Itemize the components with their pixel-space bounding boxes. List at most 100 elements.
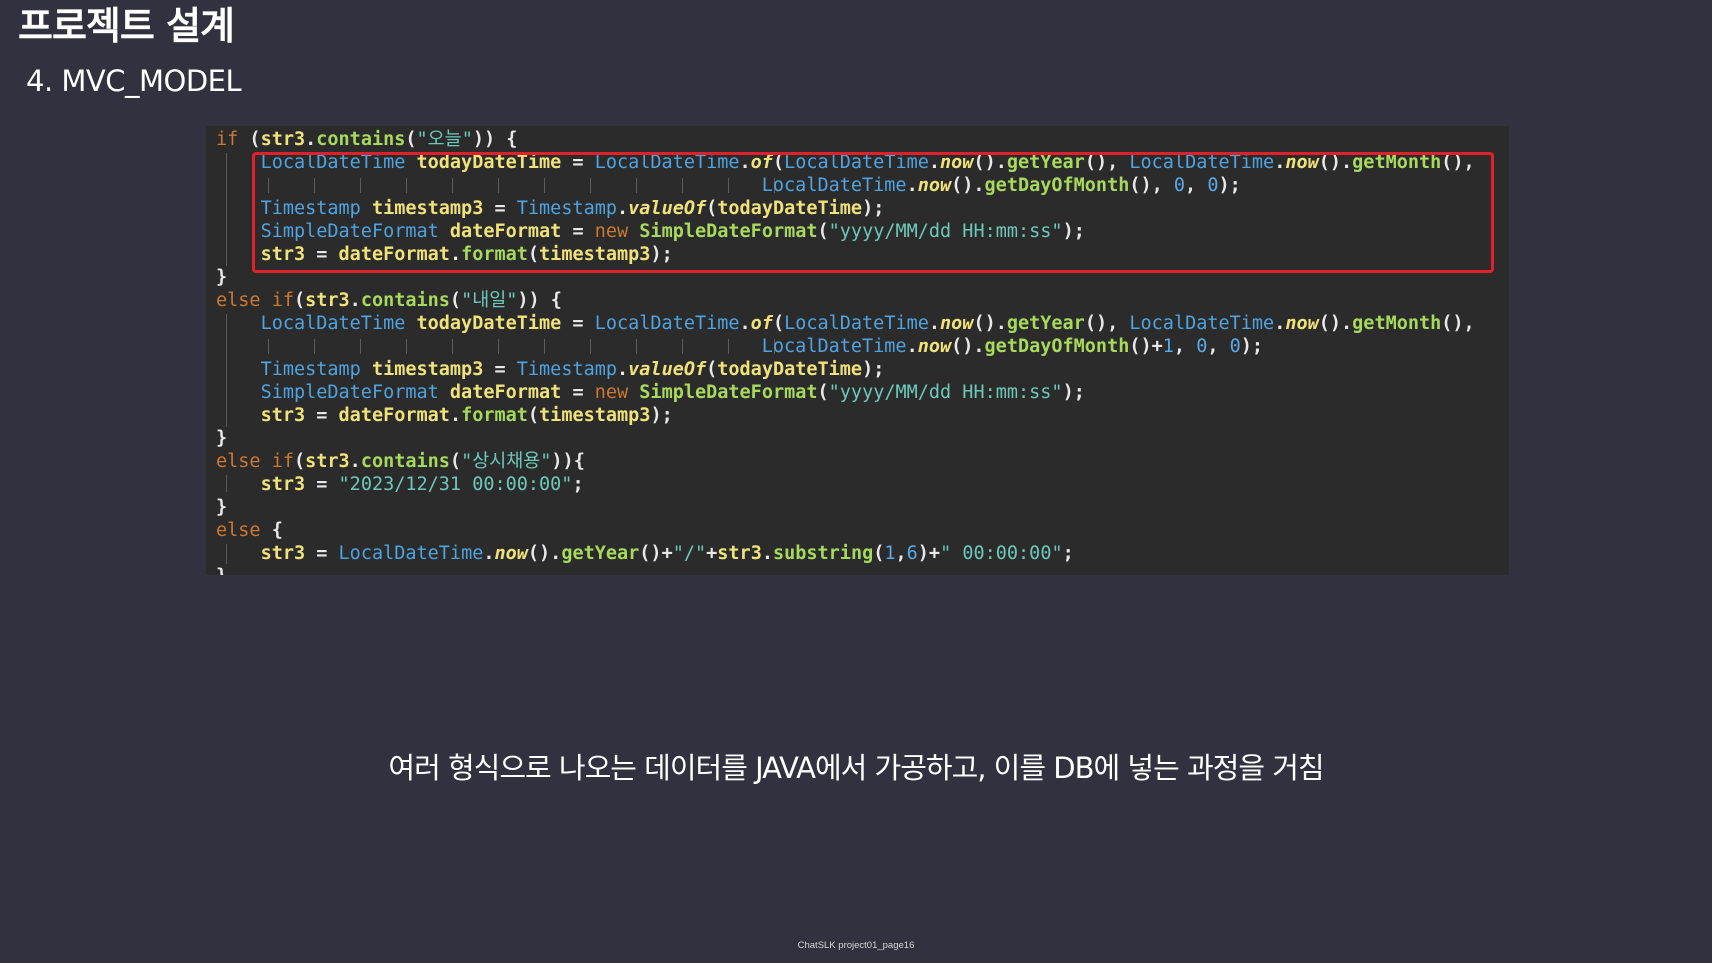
code-token: str3 xyxy=(260,129,306,150)
code-token: LocalDateTime xyxy=(260,313,417,334)
code-token: . xyxy=(349,290,361,311)
code-token: . xyxy=(305,129,317,150)
code-token: = xyxy=(305,405,339,426)
code-token: } xyxy=(216,566,227,575)
code-token: 1 xyxy=(884,543,896,564)
code-token: LocalDateTime xyxy=(594,313,740,334)
code-token: 0 xyxy=(1229,336,1241,357)
code-token: 0 xyxy=(1196,336,1208,357)
code-token: = xyxy=(305,543,339,564)
code-line: } xyxy=(216,565,1475,575)
code-token: "상시채용" xyxy=(461,451,552,472)
code-token: (), xyxy=(1441,313,1475,334)
code-token: { xyxy=(271,520,283,541)
code-token: ( xyxy=(249,129,261,150)
code-token: (). xyxy=(951,336,985,357)
code-token: . xyxy=(761,543,773,564)
code-token: , xyxy=(895,543,907,564)
code-token: getMonth xyxy=(1352,313,1442,334)
code-token: format xyxy=(461,405,528,426)
code-token: str3 xyxy=(260,405,306,426)
code-token: (), xyxy=(1084,313,1130,334)
code-token: ( xyxy=(449,451,462,472)
page-footer: ChatSLK project01_page16 xyxy=(797,940,915,951)
code-token: ( xyxy=(772,313,785,334)
code-token: . xyxy=(906,336,918,357)
code-token: else if xyxy=(216,451,294,472)
code-token: getDayOfMonth xyxy=(984,336,1130,357)
slide-title: 프로젝트 설계 xyxy=(18,4,235,48)
code-token: timestamp3 xyxy=(539,405,651,426)
code-token: ( xyxy=(449,290,462,311)
code-token: ( xyxy=(873,543,885,564)
code-token: ( xyxy=(405,129,417,150)
code-token: new xyxy=(594,382,640,403)
code-token: )+ xyxy=(917,543,941,564)
code-token: 6 xyxy=(906,543,918,564)
code-token: . xyxy=(739,313,751,334)
code-token: now xyxy=(494,543,528,564)
code-token: now xyxy=(917,336,952,357)
code-token: dateFormat xyxy=(449,382,562,403)
code-token: contains xyxy=(316,129,406,150)
code-token: ( xyxy=(527,405,540,426)
code-line: else if(str3.contains("상시채용")){ xyxy=(216,450,1475,473)
code-token: , xyxy=(1173,336,1197,357)
code-token: "내일" xyxy=(461,290,518,311)
code-token: SimpleDateFormat xyxy=(260,382,450,403)
code-token: getYear xyxy=(1006,313,1085,334)
code-token: ); xyxy=(862,359,885,380)
code-token: Timestamp xyxy=(516,359,618,380)
code-token: . xyxy=(349,451,361,472)
code-token: SimpleDateFormat xyxy=(639,382,818,403)
code-token: else if xyxy=(216,290,294,311)
code-token: LocalDateTime xyxy=(338,543,484,564)
code-token: LocalDateTime xyxy=(784,313,929,334)
slide-caption: 여러 형식으로 나오는 데이터를 JAVA에서 가공하고, 이를 DB에 넣는 … xyxy=(388,751,1324,785)
code-line: else { xyxy=(216,519,1475,542)
code-token: } xyxy=(216,497,228,518)
code-token: valueOf xyxy=(628,359,707,380)
code-token: = xyxy=(561,382,595,403)
code-token: str3 xyxy=(260,474,306,495)
code-token: contains xyxy=(360,451,450,472)
code-token: todayDateTime xyxy=(717,359,863,380)
code-token: " 00:00:00" xyxy=(940,543,1063,564)
code-line: if (str3.contains("오늘")) { xyxy=(216,128,1475,151)
code-token: )) { xyxy=(472,129,518,150)
code-token: ; xyxy=(572,474,584,495)
code-token: ( xyxy=(293,290,306,311)
code-token: str3 xyxy=(717,543,762,564)
code-token: . xyxy=(449,405,462,426)
code-token: , xyxy=(1207,336,1230,357)
code-token: 1 xyxy=(1162,336,1174,357)
code-token: } xyxy=(216,267,228,288)
code-token: ; xyxy=(1062,543,1074,564)
code-token: ); xyxy=(650,405,673,426)
code-token: (). xyxy=(527,543,562,564)
code-token: timestamp3 xyxy=(371,359,484,380)
code-token: dateFormat xyxy=(338,405,450,426)
code-line: } xyxy=(216,496,1475,519)
section-subtitle: 4. MVC_MODEL xyxy=(26,64,242,98)
code-token: = xyxy=(305,474,339,495)
code-token: "/" xyxy=(672,543,707,564)
code-token: )) { xyxy=(517,290,562,311)
code-token: substring xyxy=(772,543,874,564)
code-token: "2023/12/31 00:00:00" xyxy=(338,474,573,495)
code-line: LocalDateTime todayDateTime = LocalDateT… xyxy=(216,312,1475,335)
code-token: = xyxy=(483,359,517,380)
code-line: SimpleDateFormat dateFormat = new Simple… xyxy=(216,381,1475,404)
code-line: str3 = LocalDateTime.now().getYear()+"/"… xyxy=(216,542,1475,565)
code-token: { xyxy=(573,451,585,472)
code-token: LocalDateTime xyxy=(1129,313,1275,334)
code-token: contains xyxy=(360,290,450,311)
code-token: ()+ xyxy=(639,543,673,564)
code-token: . xyxy=(1274,313,1286,334)
